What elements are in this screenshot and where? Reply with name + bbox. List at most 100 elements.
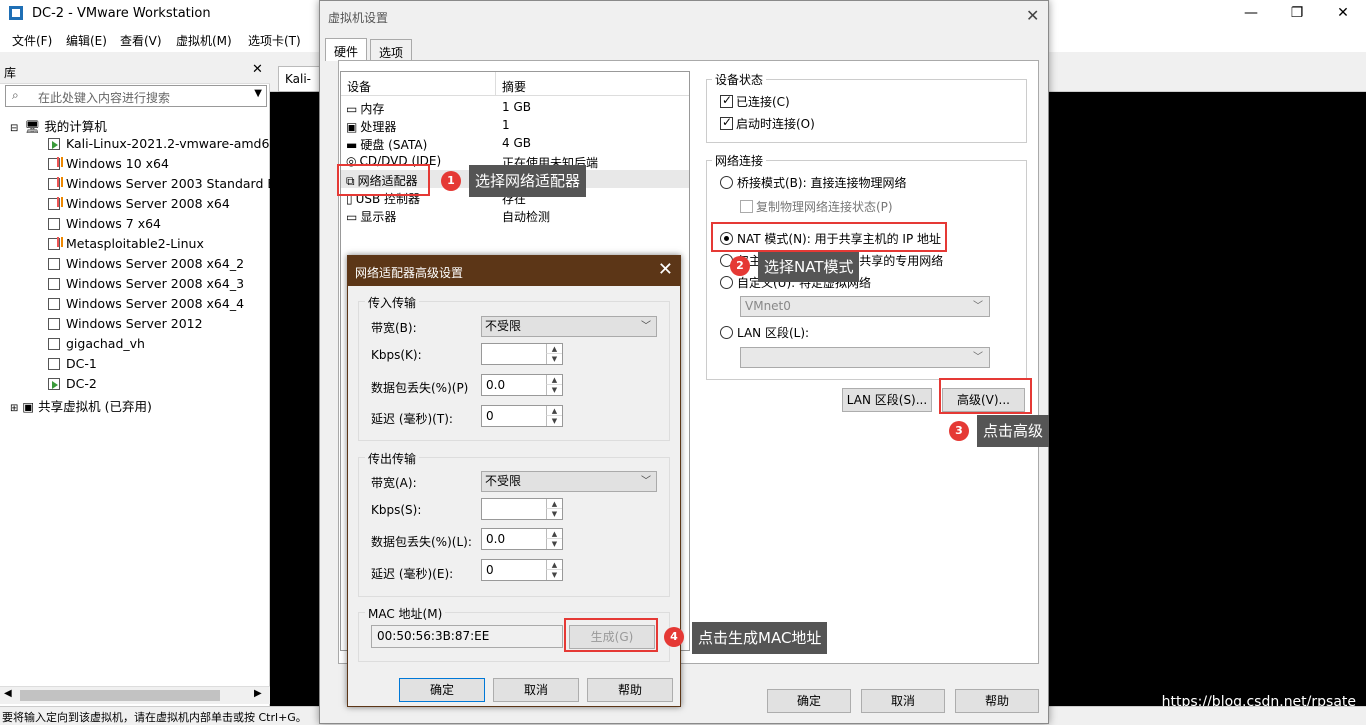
- col-divider: [495, 72, 496, 96]
- device-row[interactable]: ▣ 处理器 1: [346, 118, 510, 136]
- vm-item-label: Kali-Linux-2021.2-vmware-amd64: [66, 136, 278, 151]
- chevron-down-icon[interactable]: ▼: [254, 88, 262, 99]
- vm-item[interactable]: DC-1: [48, 356, 97, 376]
- device-icon: ▬: [346, 138, 358, 152]
- cancel-button[interactable]: 取消: [861, 689, 945, 713]
- vm-item[interactable]: Windows 7 x64: [48, 216, 161, 236]
- checkbox-checked[interactable]: [720, 115, 733, 130]
- restore-icon[interactable]: ❐: [1274, 0, 1320, 28]
- vm-item-label: Windows Server 2012: [66, 316, 203, 331]
- device-summary: 4 GB: [502, 136, 531, 150]
- bridged-radio[interactable]: 桥接模式(B): 直接连接物理网络: [720, 174, 906, 191]
- tree-root[interactable]: ⊟ 🖥 我的计算机: [10, 116, 107, 136]
- close-icon[interactable]: ✕: [1026, 6, 1039, 25]
- vm-item-label: gigachad_vh: [66, 336, 145, 351]
- menu-vm[interactable]: 虚拟机(M): [176, 32, 232, 49]
- spin-down-icon[interactable]: ▼: [546, 509, 562, 519]
- advanced-help-button[interactable]: 帮助: [587, 678, 673, 702]
- scroll-left-icon[interactable]: ◀: [4, 688, 12, 699]
- connected-checkbox[interactable]: 已连接(C): [720, 93, 790, 110]
- vm-item[interactable]: Windows Server 2003 Standard Ed: [48, 176, 283, 196]
- in-loss-spinner[interactable]: 0.0 ▲ ▼: [481, 374, 563, 396]
- lan-segment-select[interactable]: ﹀: [740, 347, 990, 368]
- ok-button[interactable]: 确定: [767, 689, 851, 713]
- device-icon: ▭: [346, 102, 358, 116]
- lan-segment-radio[interactable]: LAN 区段(L):: [720, 324, 809, 341]
- vm-item[interactable]: Metasploitable2-Linux: [48, 236, 204, 256]
- expand-icon[interactable]: ⊞: [10, 403, 18, 414]
- in-kbps-spinner[interactable]: ▲ ▼: [481, 343, 563, 365]
- in-bandwidth-select[interactable]: 不受限 ﹀: [481, 316, 657, 337]
- radio-icon[interactable]: [720, 176, 733, 189]
- out-bandwidth-select[interactable]: 不受限 ﹀: [481, 471, 657, 492]
- device-name: 处理器: [360, 120, 397, 134]
- checkbox-unchecked[interactable]: [740, 200, 753, 213]
- spin-up-icon[interactable]: ▲: [546, 406, 562, 416]
- vm-item-label: Windows Server 2008 x64_3: [66, 276, 245, 291]
- close-icon[interactable]: ✕: [658, 259, 673, 280]
- in-latency-spinner[interactable]: 0 ▲ ▼: [481, 405, 563, 427]
- out-loss-spinner[interactable]: 0.0 ▲ ▼: [481, 528, 563, 550]
- vm-item[interactable]: Windows Server 2008 x64_2: [48, 256, 244, 276]
- device-row[interactable]: ▭ 显示器 自动检测: [346, 208, 550, 226]
- spin-down-icon[interactable]: ▼: [546, 354, 562, 364]
- vm-item[interactable]: Windows Server 2012: [48, 316, 203, 336]
- collapse-icon[interactable]: ⊟: [10, 123, 18, 134]
- dialog-title: 虚拟机设置: [328, 11, 389, 25]
- close-icon[interactable]: ✕: [1320, 0, 1366, 28]
- spin-up-icon[interactable]: ▲: [546, 560, 562, 570]
- library-header: 库 ✕: [0, 60, 270, 84]
- device-row[interactable]: ▭ 内存 1 GB: [346, 100, 531, 118]
- menu-tabs[interactable]: 选项卡(T): [248, 32, 301, 49]
- vmnet-select[interactable]: VMnet0 ﹀: [740, 296, 990, 317]
- spin-down-icon[interactable]: ▼: [546, 570, 562, 580]
- vm-item[interactable]: Windows 10 x64: [48, 156, 169, 176]
- vm-item-label: DC-2: [66, 376, 97, 391]
- vm-item[interactable]: gigachad_vh: [48, 336, 145, 356]
- minimize-icon[interactable]: —: [1228, 0, 1274, 28]
- spin-down-icon[interactable]: ▼: [546, 539, 562, 549]
- replicate-checkbox[interactable]: 复制物理网络连接状态(P): [740, 198, 893, 215]
- help-button[interactable]: 帮助: [955, 689, 1039, 713]
- scroll-thumb[interactable]: [20, 690, 220, 701]
- spin-up-icon[interactable]: ▲: [546, 375, 562, 385]
- spin-down-icon[interactable]: ▼: [546, 385, 562, 395]
- out-kbps-spinner[interactable]: ▲ ▼: [481, 498, 563, 520]
- library-hscrollbar[interactable]: ◀ ▶: [0, 686, 270, 704]
- vm-item[interactable]: Windows Server 2008 x64_4: [48, 296, 244, 316]
- menu-file[interactable]: 文件(F): [12, 32, 52, 49]
- vm-icon: [48, 278, 60, 290]
- tree-shared[interactable]: ⊞ ▣ 共享虚拟机 (已弃用): [10, 396, 152, 416]
- radio-icon[interactable]: [720, 326, 733, 339]
- menu-edit[interactable]: 编辑(E): [66, 32, 107, 49]
- menu-view[interactable]: 查看(V): [120, 32, 162, 49]
- vm-item[interactable]: Kali-Linux-2021.2-vmware-amd64: [48, 136, 277, 156]
- spin-up-icon[interactable]: ▲: [546, 499, 562, 509]
- spin-up-icon[interactable]: ▲: [546, 529, 562, 539]
- chevron-down-icon: ﹀: [973, 352, 983, 363]
- callout-step-2: 选择NAT模式: [758, 252, 860, 282]
- step-badge-1: 1: [441, 171, 461, 191]
- checkbox-checked[interactable]: [720, 93, 733, 108]
- advanced-ok-button[interactable]: 确定: [399, 678, 485, 702]
- tab-options[interactable]: 选项: [370, 39, 413, 61]
- out-latency-spinner[interactable]: 0 ▲ ▼: [481, 559, 563, 581]
- outgoing-title: 传出传输: [365, 450, 420, 467]
- connect-at-power-on-checkbox[interactable]: 启动时连接(O): [720, 115, 815, 132]
- spin-up-icon[interactable]: ▲: [546, 344, 562, 354]
- spin-down-icon[interactable]: ▼: [546, 416, 562, 426]
- library-search-input[interactable]: ⌕ 在此处键入内容进行搜索 ▼: [5, 85, 267, 107]
- vm-item[interactable]: Windows Server 2008 x64: [48, 196, 230, 216]
- scroll-right-icon[interactable]: ▶: [254, 688, 262, 699]
- radio-icon[interactable]: [720, 276, 733, 289]
- device-row[interactable]: ▬ 硬盘 (SATA) 4 GB: [346, 136, 531, 154]
- col-device: 设备: [347, 80, 372, 94]
- advanced-cancel-button[interactable]: 取消: [493, 678, 579, 702]
- tab-hardware[interactable]: 硬件: [325, 38, 368, 61]
- close-icon[interactable]: ✕: [252, 62, 263, 77]
- lan-segments-button[interactable]: LAN 区段(S)...: [842, 388, 932, 412]
- mac-address-field[interactable]: 00:50:56:3B:87:EE: [371, 625, 563, 648]
- vm-item[interactable]: Windows Server 2008 x64_3: [48, 276, 244, 296]
- out-bandwidth-label: 带宽(A):: [371, 476, 417, 490]
- vm-item[interactable]: DC-2: [48, 376, 97, 396]
